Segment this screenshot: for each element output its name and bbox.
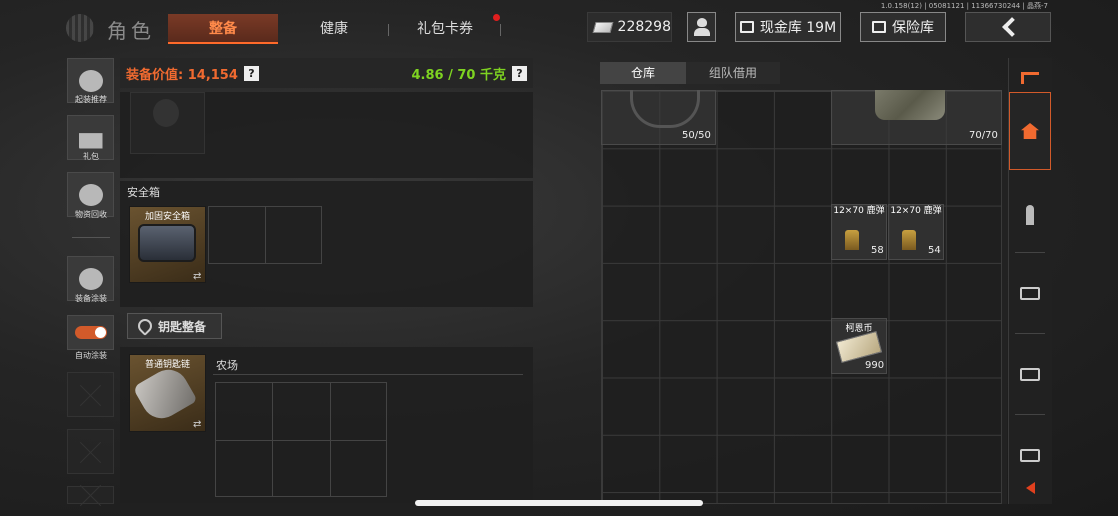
safe-box-image: [138, 224, 196, 262]
category-box-button[interactable]: [1009, 435, 1051, 475]
key-icon: [135, 316, 155, 336]
auto-paint-toggle[interactable]: [67, 315, 114, 350]
rail-divider: [1015, 414, 1045, 415]
loadout-recommend-icon: [78, 69, 103, 92]
divider: [213, 374, 523, 375]
loadout-recommend-label: 起装推荐: [75, 95, 107, 104]
equipment-header: 装备价值: 14,154 ? 4.86 / 70 千克 ?: [120, 58, 533, 88]
weight-value: 4.86 / 70 千克: [411, 67, 507, 83]
box-icon: [1020, 448, 1040, 462]
help-icon[interactable]: ?: [512, 65, 527, 81]
tab-health[interactable]: 健康: [290, 14, 378, 44]
help-icon[interactable]: ?: [243, 65, 259, 81]
paint-label: 装备涂装: [75, 294, 107, 303]
tab-gift-vouchers[interactable]: 礼包卡券: [395, 14, 495, 44]
tab-warehouse[interactable]: 仓库: [600, 62, 686, 84]
agent-button[interactable]: [687, 12, 716, 42]
gear-slot[interactable]: [130, 92, 205, 154]
ammo-image: [902, 230, 916, 250]
collapse-rail-button[interactable]: [1009, 475, 1051, 501]
key-loadout-label: 钥匙整备: [158, 319, 207, 334]
toggle-icon: [74, 326, 107, 339]
safe-vault-label: 保险库: [892, 20, 934, 36]
empty-slot: [67, 486, 114, 504]
category-ammo-button[interactable]: [1009, 195, 1051, 235]
box-icon: [1020, 286, 1040, 300]
rail-divider: [1015, 252, 1045, 253]
version-text: 1.0.158(12) | 05081121 | 11366730244 | 晶…: [880, 2, 1048, 10]
banknote-icon: [592, 21, 614, 33]
swap-icon[interactable]: ⇄: [193, 271, 201, 282]
chevron-left-icon: [1025, 482, 1035, 494]
tab-team-borrow[interactable]: 组队借用: [686, 62, 780, 84]
farm-label: 农场: [216, 359, 238, 372]
tab-divider: [388, 24, 389, 36]
back-button[interactable]: [965, 12, 1051, 42]
safe-box-item-name: 加固安全箱: [144, 212, 190, 222]
item-count: 990: [865, 360, 885, 371]
rail-divider: [1015, 333, 1045, 334]
category-box-button[interactable]: [1009, 354, 1051, 394]
keychain-item-name: 普通钥匙链: [144, 360, 190, 370]
box-icon: [1020, 367, 1040, 381]
item-image: [875, 90, 945, 120]
sort-icon: [1021, 72, 1039, 84]
home-icon: [1021, 123, 1039, 139]
safe-box-grid[interactable]: [208, 206, 322, 264]
cash-vault-button[interactable]: 现金库 19M: [735, 12, 841, 42]
auto-paint-label: 自动涂装: [75, 351, 107, 360]
item-count: 54: [928, 245, 941, 256]
ammo-item-name: 12×70 鹿弹: [833, 206, 885, 216]
money-display: 228298: [587, 12, 672, 42]
sidebar-divider: [72, 237, 110, 238]
key-grid[interactable]: [215, 382, 387, 497]
recycle-label: 物资回收: [75, 210, 107, 219]
agent-icon: [693, 18, 710, 36]
chevron-left-icon: [1002, 17, 1022, 37]
ammo-image: [845, 230, 859, 250]
notification-badge: [493, 14, 500, 21]
page-title: 角色: [107, 19, 155, 43]
cash-vault-label: 现金库 19M: [759, 20, 837, 36]
storage-tabs: 仓库 组队借用: [600, 62, 780, 84]
tab-equip[interactable]: 整备: [168, 14, 278, 44]
warehouse-grid[interactable]: [601, 90, 1002, 504]
gift-icon: [78, 133, 103, 149]
empty-slot: [67, 372, 114, 417]
gift-label: 礼包: [83, 152, 99, 161]
coin-item-name: 柯恩币: [845, 324, 873, 334]
character-logo-icon: [66, 14, 94, 42]
item-count: 50/50: [682, 130, 711, 141]
recycle-icon: [78, 183, 103, 206]
safe-vault-icon: [872, 21, 886, 33]
cash-vault-icon: [739, 21, 754, 33]
tab-divider: [500, 24, 501, 36]
ammo-icon: [1026, 205, 1034, 225]
key-loadout-button[interactable]: 钥匙整备: [127, 313, 222, 339]
category-home-button[interactable]: [1009, 92, 1051, 170]
paint-icon: [78, 267, 103, 290]
ammo-item-name: 12×70 鹿弹: [890, 206, 942, 216]
equipment-value: 装备价值: 14,154: [126, 67, 238, 83]
scrollbar[interactable]: [1002, 90, 1007, 504]
category-box-button[interactable]: [1009, 273, 1051, 313]
money-amount: 228298: [617, 19, 671, 35]
home-indicator[interactable]: [415, 500, 703, 506]
item-count: 58: [871, 245, 884, 256]
safe-box-section-title: 安全箱: [127, 186, 160, 199]
empty-slot: [67, 429, 114, 474]
swap-icon[interactable]: ⇄: [193, 419, 201, 430]
safe-vault-button[interactable]: 保险库: [860, 12, 946, 42]
item-count: 70/70: [969, 130, 998, 141]
